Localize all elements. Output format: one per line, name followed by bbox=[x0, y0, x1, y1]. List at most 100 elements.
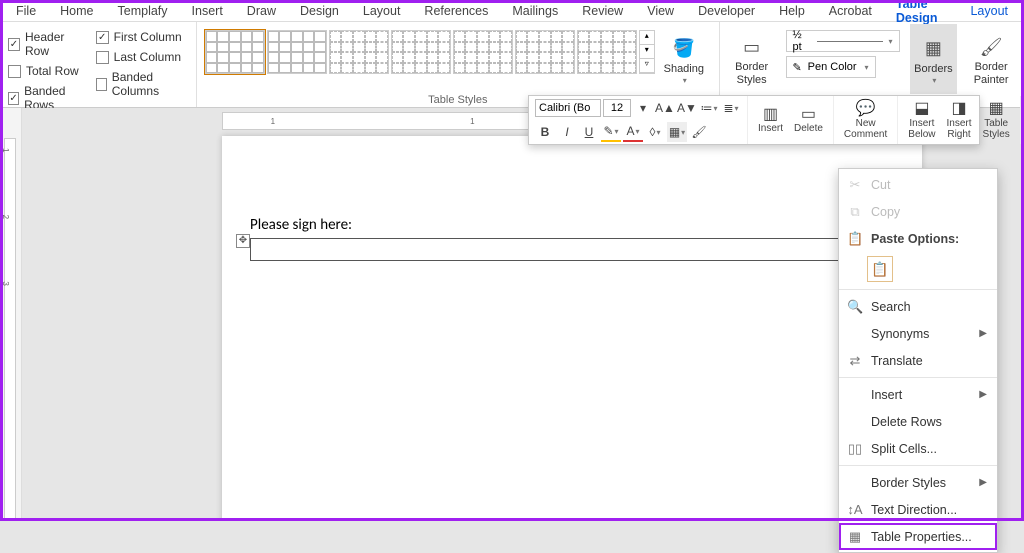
table-style-thumb-1[interactable] bbox=[267, 30, 327, 74]
insert-below-icon: ⬓ bbox=[914, 100, 929, 118]
ctx-split-cells[interactable]: ▯▯Split Cells... bbox=[839, 435, 997, 462]
underline-button[interactable]: U bbox=[579, 122, 599, 142]
delete-button[interactable]: ▭Delete bbox=[790, 106, 827, 135]
chk-banded-columns[interactable]: Banded Columns bbox=[96, 70, 188, 98]
translate-icon: ⇄ bbox=[847, 353, 863, 369]
ctx-search[interactable]: 🔍Search bbox=[839, 293, 997, 320]
mini-toolbar: ▾ A▲ A▼ ≔ ≣ B I U ✎ A ◊ ▦ 🖌 ▥Insert ▭Del… bbox=[528, 95, 980, 145]
menu-table-design[interactable]: Table Design bbox=[884, 0, 959, 25]
border-painter-icon: 🖌 bbox=[978, 34, 1004, 60]
delete-icon: ▭ bbox=[801, 106, 816, 124]
insert-right-icon: ◨ bbox=[951, 100, 966, 118]
borders-mini-button[interactable]: ▦ bbox=[667, 122, 687, 142]
border-painter-button[interactable]: 🖌 Border Painter bbox=[967, 24, 1015, 94]
menu-templafy[interactable]: Templafy bbox=[106, 4, 180, 18]
ctx-insert[interactable]: Insert▶ bbox=[839, 381, 997, 408]
insert-icon: ▥ bbox=[763, 106, 778, 124]
table-move-handle[interactable]: ✥ bbox=[236, 234, 250, 248]
border-width-select[interactable]: ½ pt ▾ bbox=[786, 30, 900, 52]
menu-acrobat[interactable]: Acrobat bbox=[817, 4, 884, 18]
shrink-font-button[interactable]: A▼ bbox=[677, 98, 697, 118]
menu-draw[interactable]: Draw bbox=[235, 4, 288, 18]
borders-button[interactable]: ▦ Borders▾ bbox=[910, 24, 958, 94]
bullets-button[interactable]: ≔ bbox=[699, 98, 719, 118]
menu-bar: FileHomeTemplafyInsertDrawDesignLayoutRe… bbox=[0, 0, 1024, 22]
search-icon: 🔍 bbox=[847, 299, 863, 315]
chk-last-column[interactable]: Last Column bbox=[96, 50, 188, 64]
vertical-ruler[interactable]: 1 2 3 bbox=[0, 108, 22, 521]
border-styles-icon: ▭ bbox=[739, 34, 765, 60]
gallery-scroll[interactable]: ▴▾▿ bbox=[639, 30, 655, 74]
context-menu: ✂Cut ⧉Copy 📋Paste Options: 📋 🔍Search Syn… bbox=[838, 168, 998, 553]
numbering-button[interactable]: ≣ bbox=[721, 98, 741, 118]
ctx-cut[interactable]: ✂Cut bbox=[839, 171, 997, 198]
cut-icon: ✂ bbox=[847, 177, 863, 193]
table-style-gallery[interactable] bbox=[205, 24, 637, 74]
split-cells-icon: ▯▯ bbox=[847, 441, 863, 457]
grow-font-button[interactable]: A▲ bbox=[655, 98, 675, 118]
table-styles-mini-button[interactable]: ▦TableStyles bbox=[979, 100, 1014, 140]
document-page[interactable]: Please sign here: ✥ bbox=[222, 136, 922, 521]
ctx-table-properties[interactable]: ▦Table Properties... bbox=[839, 523, 997, 550]
ctx-synonyms[interactable]: Synonyms▶ bbox=[839, 320, 997, 347]
menu-layout[interactable]: Layout bbox=[351, 4, 413, 18]
bold-button[interactable]: B bbox=[535, 122, 555, 142]
italic-button[interactable]: I bbox=[557, 122, 577, 142]
chk-first-column[interactable]: First Column bbox=[96, 30, 188, 44]
ctx-delete-rows[interactable]: Delete Rows bbox=[839, 408, 997, 435]
ctx-text-direction[interactable]: ↕AText Direction... bbox=[839, 496, 997, 523]
table-properties-icon: ▦ bbox=[847, 529, 863, 545]
menu-review[interactable]: Review bbox=[570, 4, 635, 18]
document-table[interactable] bbox=[250, 238, 894, 261]
fill-color-button[interactable]: ◊ bbox=[645, 122, 665, 142]
border-styles-button[interactable]: ▭ Border Styles bbox=[728, 24, 776, 94]
table-style-thumb-6[interactable] bbox=[577, 30, 637, 74]
menu-design[interactable]: Design bbox=[288, 4, 351, 18]
table-style-thumb-3[interactable] bbox=[391, 30, 451, 74]
font-size-input[interactable] bbox=[603, 99, 631, 117]
table-style-thumb-2[interactable] bbox=[329, 30, 389, 74]
copy-icon: ⧉ bbox=[847, 204, 863, 220]
table-style-thumb-0[interactable] bbox=[205, 30, 265, 74]
font-name-input[interactable] bbox=[535, 99, 601, 117]
ctx-paste-options[interactable]: 📋 bbox=[839, 252, 997, 286]
menu-file[interactable]: File bbox=[4, 4, 48, 18]
ctx-copy[interactable]: ⧉Copy bbox=[839, 198, 997, 225]
menu-help[interactable]: Help bbox=[767, 4, 817, 18]
font-color-button[interactable]: A bbox=[623, 122, 643, 142]
insert-below-button[interactable]: ⬓InsertBelow bbox=[904, 100, 939, 140]
paste-keep-source-icon: 📋 bbox=[867, 256, 893, 282]
paint-bucket-icon: 🪣 bbox=[671, 36, 697, 62]
new-comment-button[interactable]: 💬NewComment bbox=[840, 100, 891, 140]
font-size-dropdown[interactable]: ▾ bbox=[633, 98, 653, 118]
menu-view[interactable]: View bbox=[635, 4, 686, 18]
menu-layout[interactable]: Layout bbox=[958, 4, 1020, 18]
table-styles-icon: ▦ bbox=[989, 100, 1004, 118]
ctx-border-styles[interactable]: Border Styles▶ bbox=[839, 469, 997, 496]
menu-developer[interactable]: Developer bbox=[686, 4, 767, 18]
ctx-translate[interactable]: ⇄Translate bbox=[839, 347, 997, 374]
ctx-paste-options-label: 📋Paste Options: bbox=[839, 225, 997, 252]
group-label-styles: Table Styles bbox=[428, 94, 487, 108]
shading-button[interactable]: 🪣 Shading▾ bbox=[657, 24, 711, 94]
insert-button[interactable]: ▥Insert bbox=[754, 106, 787, 135]
paste-icon: 📋 bbox=[847, 231, 863, 247]
table-style-thumb-4[interactable] bbox=[453, 30, 513, 74]
highlight-button[interactable]: ✎ bbox=[601, 122, 621, 142]
menu-insert[interactable]: Insert bbox=[180, 4, 235, 18]
pen-icon: ✎ bbox=[793, 61, 802, 74]
insert-right-button[interactable]: ◨InsertRight bbox=[943, 100, 976, 140]
format-painter-button[interactable]: 🖌 bbox=[689, 122, 709, 142]
table-style-thumb-5[interactable] bbox=[515, 30, 575, 74]
menu-references[interactable]: References bbox=[412, 4, 500, 18]
pen-color-button[interactable]: ✎ Pen Color▾ bbox=[786, 56, 876, 78]
menu-home[interactable]: Home bbox=[48, 4, 105, 18]
group-table-style-options: Header RowTotal RowBanded Rows First Col… bbox=[0, 22, 197, 107]
borders-icon: ▦ bbox=[920, 36, 946, 62]
chk-header-row[interactable]: Header Row bbox=[8, 30, 86, 58]
menu-mailings[interactable]: Mailings bbox=[500, 4, 570, 18]
text-direction-icon: ↕A bbox=[847, 502, 863, 517]
sign-text: Please sign here: bbox=[250, 216, 894, 234]
chk-total-row[interactable]: Total Row bbox=[8, 64, 86, 78]
comment-icon: 💬 bbox=[856, 100, 876, 118]
